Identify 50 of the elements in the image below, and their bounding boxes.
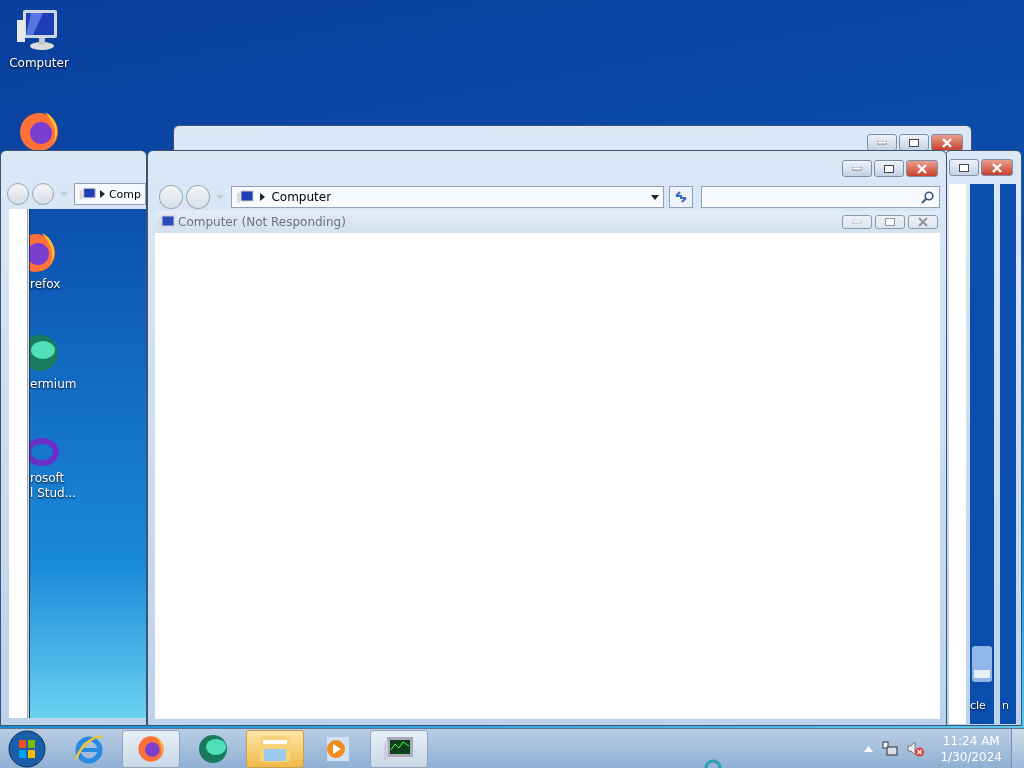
address-bar[interactable]: Comp	[74, 183, 146, 205]
globe-icon	[196, 733, 230, 764]
breadcrumb-arrow-icon	[260, 193, 266, 201]
close-icon	[941, 137, 953, 148]
maximize-button[interactable]	[949, 159, 979, 176]
search-icon	[921, 190, 934, 204]
close-icon	[916, 163, 928, 174]
back-button[interactable]	[7, 183, 29, 205]
taskbar-button[interactable]	[370, 729, 428, 768]
search-field[interactable]	[700, 186, 940, 208]
folder-icon	[258, 733, 292, 764]
maximize-icon	[885, 218, 895, 226]
close-button[interactable]	[981, 159, 1013, 176]
dropdown-icon[interactable]	[650, 194, 659, 200]
maximize-icon	[884, 164, 894, 173]
desktop-icon-label: rosoft l Stud...	[30, 471, 77, 501]
forward-button[interactable]	[185, 185, 210, 209]
back-button[interactable]	[159, 185, 183, 209]
address-bar[interactable]: Computer	[231, 186, 664, 208]
desktop-icon-label: ermium	[30, 377, 77, 392]
breadcrumb-arrow-icon	[100, 190, 105, 198]
forward-button[interactable]	[32, 183, 54, 205]
maximize-icon	[909, 138, 919, 147]
muted-speaker-icon[interactable]	[907, 740, 926, 757]
close-icon	[991, 162, 1003, 173]
ring-icon	[703, 758, 723, 768]
refresh-button[interactable]	[668, 186, 693, 208]
network-icon[interactable]	[882, 740, 899, 757]
refresh-icon	[673, 190, 688, 204]
minimize-icon	[852, 166, 862, 171]
maximize-button[interactable]	[874, 160, 904, 177]
computer-icon	[236, 190, 255, 204]
desktop-icon-label: refox	[30, 277, 61, 292]
start-button[interactable]	[8, 729, 46, 768]
computer-icon	[157, 215, 175, 229]
desktop-icon-label[interactable]: Computer	[9, 56, 69, 70]
window-title: Computer (Not Responding)	[178, 215, 346, 229]
desktop-icon-label: cle	[970, 699, 986, 712]
minimize-icon	[877, 140, 887, 145]
desktop-icon-label: n	[1002, 699, 1009, 712]
show-desktop-button[interactable]	[1011, 729, 1024, 768]
computer-icon	[79, 187, 97, 201]
close-button[interactable]	[906, 160, 938, 177]
close-icon	[917, 217, 929, 227]
show-hidden-icons-button[interactable]	[864, 745, 874, 752]
recycle-bin-icon	[972, 644, 992, 684]
close-button[interactable]	[931, 134, 963, 151]
swirl-icon	[30, 437, 60, 467]
maximize-icon	[959, 163, 969, 172]
taskbar-button[interactable]	[122, 729, 180, 768]
